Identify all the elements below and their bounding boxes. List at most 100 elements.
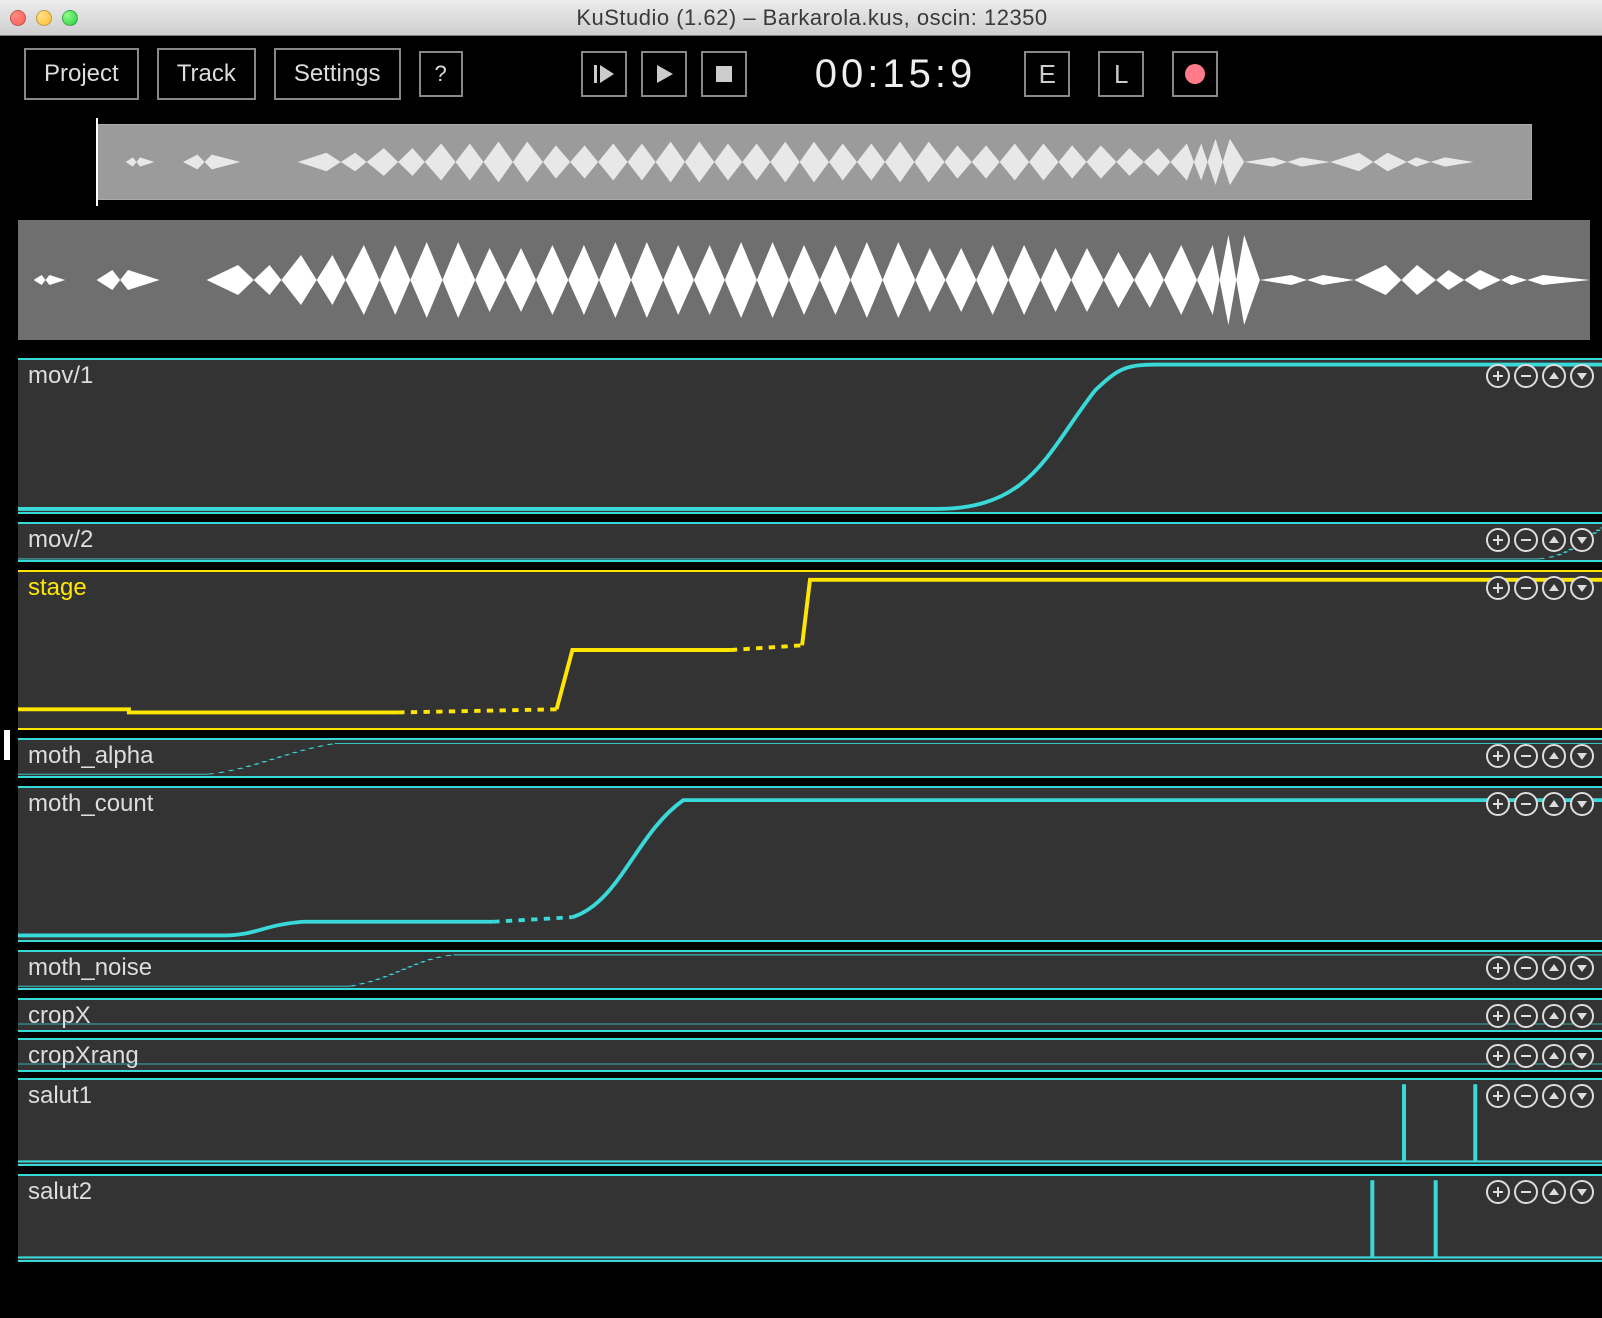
track-up-button[interactable] bbox=[1542, 1044, 1566, 1068]
track-moth-count[interactable]: moth_count bbox=[18, 786, 1602, 942]
track-stage[interactable]: stage bbox=[18, 570, 1602, 730]
track-body[interactable]: mov/2 bbox=[18, 522, 1602, 562]
track-plus-button[interactable] bbox=[1486, 956, 1510, 980]
minimize-icon[interactable] bbox=[36, 10, 52, 26]
track-body[interactable]: moth_alpha bbox=[18, 738, 1602, 778]
track-up-button[interactable] bbox=[1542, 576, 1566, 600]
track-up-button[interactable] bbox=[1542, 792, 1566, 816]
detail-waveform[interactable] bbox=[18, 220, 1590, 340]
track-up-button[interactable] bbox=[1542, 1004, 1566, 1028]
project-button[interactable]: Project bbox=[24, 48, 139, 100]
plus-icon bbox=[1492, 1010, 1504, 1022]
up-icon bbox=[1548, 582, 1560, 594]
track-minus-button[interactable] bbox=[1514, 1180, 1538, 1204]
side-marker bbox=[4, 730, 10, 760]
track-minus-button[interactable] bbox=[1514, 1044, 1538, 1068]
track-plus-button[interactable] bbox=[1486, 744, 1510, 768]
down-icon bbox=[1576, 534, 1588, 546]
minus-icon bbox=[1520, 798, 1532, 810]
track-minus-button[interactable] bbox=[1514, 1084, 1538, 1108]
track-body[interactable]: cropXrang bbox=[18, 1038, 1602, 1072]
track-mov-2[interactable]: mov/2 bbox=[18, 522, 1602, 562]
track-mov-1[interactable]: mov/1 bbox=[18, 358, 1602, 514]
track-plus-button[interactable] bbox=[1486, 528, 1510, 552]
track-curve bbox=[18, 1040, 1602, 1070]
plus-icon bbox=[1492, 962, 1504, 974]
track-minus-button[interactable] bbox=[1514, 364, 1538, 388]
down-icon bbox=[1576, 370, 1588, 382]
track-minus-button[interactable] bbox=[1514, 1004, 1538, 1028]
transport-controls bbox=[581, 51, 747, 97]
track-plus-button[interactable] bbox=[1486, 576, 1510, 600]
track-curve bbox=[18, 1000, 1602, 1030]
minus-icon bbox=[1520, 750, 1532, 762]
track-minus-button[interactable] bbox=[1514, 956, 1538, 980]
track-down-button[interactable] bbox=[1570, 1180, 1594, 1204]
minus-icon bbox=[1520, 1010, 1532, 1022]
track-up-button[interactable] bbox=[1542, 1084, 1566, 1108]
record-button[interactable] bbox=[1172, 51, 1218, 97]
close-icon[interactable] bbox=[10, 10, 26, 26]
track-down-button[interactable] bbox=[1570, 576, 1594, 600]
track-down-button[interactable] bbox=[1570, 1084, 1594, 1108]
overview-waveform[interactable] bbox=[12, 118, 1590, 206]
up-icon bbox=[1548, 1090, 1560, 1102]
track-curve bbox=[18, 1080, 1602, 1164]
help-button[interactable]: ? bbox=[419, 51, 463, 97]
play-from-start-button[interactable] bbox=[581, 51, 627, 97]
overview-cursor[interactable] bbox=[96, 118, 98, 206]
zoom-icon[interactable] bbox=[62, 10, 78, 26]
settings-button[interactable]: Settings bbox=[274, 48, 401, 100]
track-down-button[interactable] bbox=[1570, 956, 1594, 980]
track-plus-button[interactable] bbox=[1486, 792, 1510, 816]
track-down-button[interactable] bbox=[1570, 792, 1594, 816]
track-plus-button[interactable] bbox=[1486, 1044, 1510, 1068]
track-minus-button[interactable] bbox=[1514, 576, 1538, 600]
track-body[interactable]: stage bbox=[18, 570, 1602, 730]
track-body[interactable]: moth_noise bbox=[18, 950, 1602, 990]
track-body[interactable]: mov/1 bbox=[18, 358, 1602, 514]
overview-selection[interactable] bbox=[96, 124, 1532, 200]
track-body[interactable]: salut1 bbox=[18, 1078, 1602, 1166]
play-button[interactable] bbox=[641, 51, 687, 97]
track-body[interactable]: cropX bbox=[18, 998, 1602, 1032]
track-up-button[interactable] bbox=[1542, 956, 1566, 980]
track-plus-button[interactable] bbox=[1486, 1084, 1510, 1108]
track-body[interactable]: salut2 bbox=[18, 1174, 1602, 1262]
track-down-button[interactable] bbox=[1570, 1004, 1594, 1028]
track-salut1[interactable]: salut1 bbox=[18, 1078, 1602, 1166]
track-label: mov/2 bbox=[28, 526, 93, 554]
track-down-button[interactable] bbox=[1570, 744, 1594, 768]
track-up-button[interactable] bbox=[1542, 1180, 1566, 1204]
track-cropXrang[interactable]: cropXrang bbox=[18, 1038, 1602, 1070]
track-controls bbox=[1486, 1084, 1594, 1108]
track-salut2[interactable]: salut2 bbox=[18, 1174, 1602, 1262]
toggle-l[interactable]: L bbox=[1098, 51, 1144, 97]
track-body[interactable]: moth_count bbox=[18, 786, 1602, 942]
plus-icon bbox=[1492, 1090, 1504, 1102]
track-button[interactable]: Track bbox=[157, 48, 256, 100]
minus-icon bbox=[1520, 1050, 1532, 1062]
down-icon bbox=[1576, 962, 1588, 974]
track-down-button[interactable] bbox=[1570, 364, 1594, 388]
overview-wave-icon bbox=[97, 125, 1531, 199]
track-minus-button[interactable] bbox=[1514, 744, 1538, 768]
track-plus-button[interactable] bbox=[1486, 364, 1510, 388]
track-cropX[interactable]: cropX bbox=[18, 998, 1602, 1030]
track-minus-button[interactable] bbox=[1514, 528, 1538, 552]
track-up-button[interactable] bbox=[1542, 364, 1566, 388]
track-plus-button[interactable] bbox=[1486, 1180, 1510, 1204]
minus-icon bbox=[1520, 582, 1532, 594]
track-moth-alpha[interactable]: moth_alpha bbox=[18, 738, 1602, 778]
toggle-e[interactable]: E bbox=[1024, 51, 1070, 97]
track-up-button[interactable] bbox=[1542, 744, 1566, 768]
track-moth-noise[interactable]: moth_noise bbox=[18, 950, 1602, 990]
track-down-button[interactable] bbox=[1570, 1044, 1594, 1068]
plus-icon bbox=[1492, 750, 1504, 762]
stop-button[interactable] bbox=[701, 51, 747, 97]
track-down-button[interactable] bbox=[1570, 528, 1594, 552]
track-plus-button[interactable] bbox=[1486, 1004, 1510, 1028]
track-minus-button[interactable] bbox=[1514, 792, 1538, 816]
track-controls bbox=[1486, 744, 1594, 768]
track-up-button[interactable] bbox=[1542, 528, 1566, 552]
